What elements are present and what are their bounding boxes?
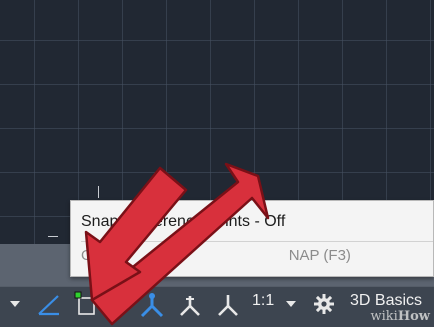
workspace-switcher[interactable]: 3D Basics (350, 292, 422, 310)
tooltip-command-right: NAP (F3) (288, 247, 351, 264)
gear-icon[interactable] (312, 292, 336, 316)
crosshair-cursor (98, 186, 99, 198)
tooltip-title: Snap c reference points - Off (81, 213, 286, 230)
annotation-scale-label[interactable]: 1:1 (252, 292, 274, 310)
chevron-down-icon[interactable] (8, 297, 22, 311)
tooltip-divider (81, 241, 433, 242)
object-snap-icon[interactable] (72, 289, 102, 319)
annotation-visibility-icon[interactable] (138, 290, 166, 318)
tooltip-command-left: Obje (81, 247, 113, 264)
tooltip-command: Obje NAP (F3) (81, 247, 351, 264)
autoscale-icon[interactable] (176, 290, 204, 318)
polar-tracking-icon[interactable] (36, 292, 62, 318)
watermark: wikiHow (370, 309, 430, 324)
annotation-scale-icon[interactable] (214, 290, 242, 318)
osnap-tooltip: Snap c reference points - Off Obje NAP (F… (70, 200, 434, 277)
chevron-down-icon[interactable] (112, 297, 126, 311)
crosshair-cursor-horizontal (48, 236, 58, 237)
chevron-down-icon[interactable] (284, 297, 298, 311)
